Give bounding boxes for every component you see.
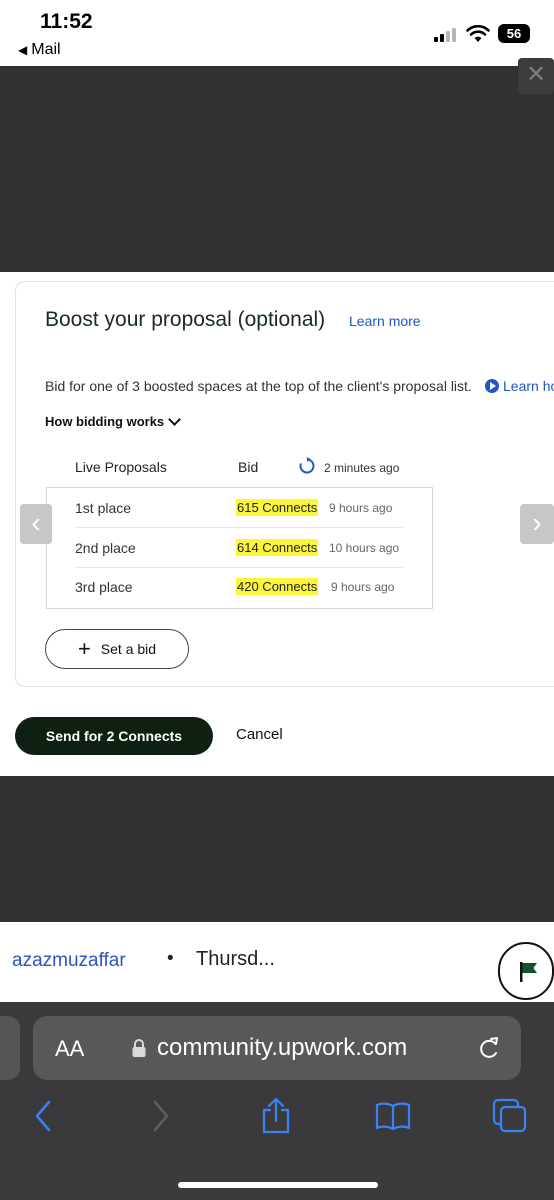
bid-age: 10 hours ago — [329, 541, 400, 555]
place-label: 1st place — [75, 500, 132, 516]
modal-backdrop-top[interactable] — [0, 66, 554, 272]
battery-icon: 56 — [498, 24, 530, 43]
lock-icon — [132, 1039, 146, 1057]
wifi-icon — [466, 25, 490, 42]
tabs-icon[interactable] — [492, 1098, 528, 1134]
boost-title: Boost your proposal (optional) — [45, 308, 326, 331]
clock: 11:52 — [40, 10, 93, 33]
browser-toolbar: AA community.upwork.com — [0, 1002, 554, 1200]
table-row: 2nd place 614 Connects 10 hours ago — [75, 528, 403, 568]
bid-table: 1st place 615 Connects 9 hours ago 2nd p… — [46, 487, 433, 609]
back-triangle-icon: ◀ — [18, 43, 28, 57]
bookmarks-icon[interactable] — [374, 1098, 412, 1134]
flag-button[interactable] — [498, 942, 554, 1000]
place-label: 3rd place — [75, 579, 133, 595]
post-meta: azazmuzaffar • Thursd... — [0, 922, 554, 1002]
set-bid-label: Set a bid — [100, 641, 157, 657]
back-icon[interactable] — [32, 1098, 54, 1134]
table-row: 3rd place 420 Connects 9 hours ago — [75, 567, 403, 607]
send-proposal-button[interactable]: Send for 2 Connects — [15, 717, 213, 755]
author-link[interactable]: azazmuzaffar — [12, 950, 126, 972]
forward-icon[interactable] — [150, 1098, 172, 1134]
header-live-proposals: Live Proposals — [75, 459, 167, 475]
close-button[interactable]: ✕ — [518, 58, 554, 94]
post-date: Thursd... — [196, 948, 275, 970]
reload-icon[interactable] — [477, 1035, 501, 1061]
boost-section: Boost your proposal (optional) Learn mor… — [0, 272, 554, 776]
learn-more-link[interactable]: Learn more — [349, 313, 421, 329]
aa-label: AA — [55, 1036, 85, 1061]
plus-icon: + — [77, 636, 91, 661]
meta-separator: • — [167, 948, 174, 969]
status-bar: 11:52 ◀ Mail 56 — [0, 0, 554, 66]
header-bid: Bid — [238, 459, 259, 475]
previous-tab-peek[interactable] — [0, 1016, 20, 1080]
carousel-next-button[interactable]: › — [520, 504, 554, 544]
bid-age: 9 hours ago — [331, 580, 395, 594]
learn-how-link[interactable]: Learn ho — [485, 378, 554, 394]
set-bid-button[interactable]: + Set a bid — [45, 629, 189, 669]
place-label: 2nd place — [75, 540, 136, 556]
last-updated: 2 minutes ago — [324, 461, 400, 475]
chevron-down-icon — [168, 412, 182, 426]
back-to-mail-link[interactable]: ◀ Mail — [18, 41, 61, 59]
share-icon[interactable] — [260, 1098, 292, 1134]
home-indicator — [178, 1182, 378, 1188]
table-row: 1st place 615 Connects 9 hours ago — [75, 488, 403, 528]
refresh-icon[interactable] — [298, 457, 316, 475]
url-text: community.upwork.com — [157, 1034, 408, 1061]
bid-age: 9 hours ago — [329, 501, 393, 515]
connects-value: 615 Connects — [236, 499, 319, 516]
how-bidding-works-toggle[interactable]: How bidding works — [45, 412, 182, 429]
cancel-button[interactable]: Cancel — [236, 726, 283, 743]
modal-backdrop-bottom[interactable] — [0, 776, 554, 922]
connects-value: 614 Connects — [236, 539, 319, 556]
bid-description: Bid for one of 3 boosted spaces at the t… — [45, 378, 472, 394]
bottom-toolbar — [0, 1098, 554, 1138]
back-app-label: Mail — [31, 41, 61, 58]
boost-card: Boost your proposal (optional) Learn mor… — [15, 281, 554, 687]
flag-icon — [520, 962, 537, 982]
learn-how-label: Learn ho — [503, 378, 554, 394]
address-bar[interactable]: AA community.upwork.com — [33, 1016, 521, 1080]
how-bidding-label: How bidding works — [45, 414, 165, 429]
carousel-prev-button[interactable]: ‹ — [20, 504, 52, 544]
reader-settings-button[interactable]: AA — [55, 1036, 84, 1062]
connects-value: 420 Connects — [236, 578, 319, 595]
cellular-signal-icon — [434, 28, 456, 42]
play-icon — [485, 379, 499, 393]
